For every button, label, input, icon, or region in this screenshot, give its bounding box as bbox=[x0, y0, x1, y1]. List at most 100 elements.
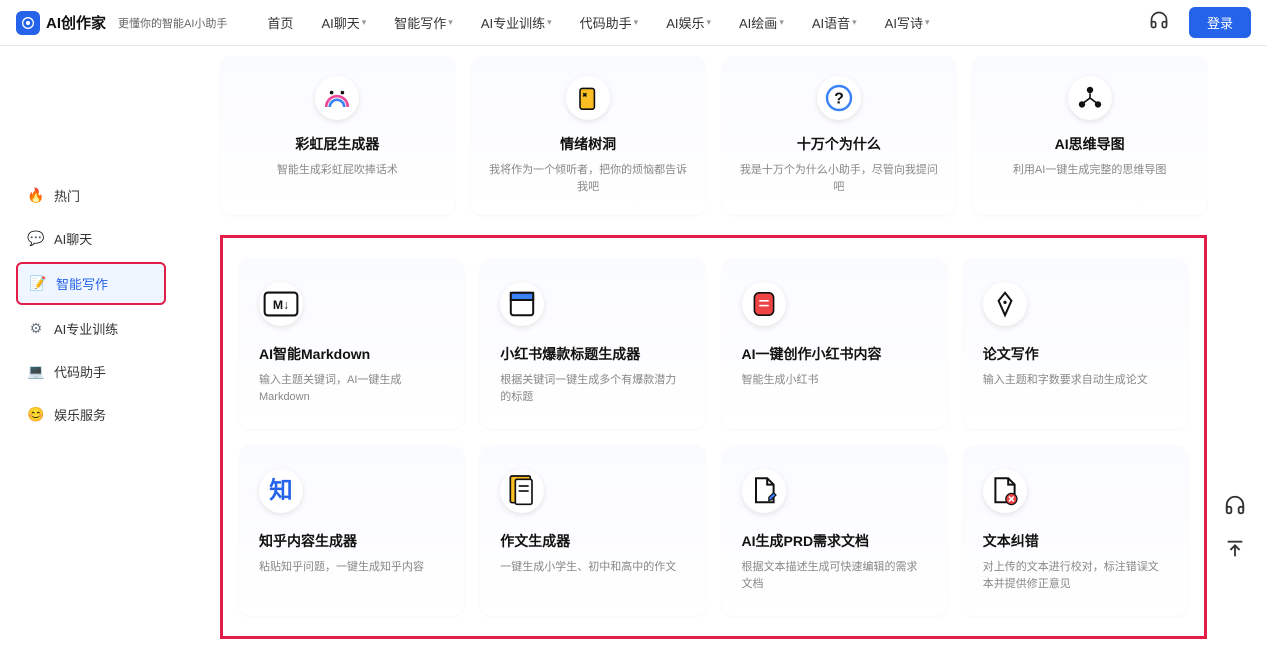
nav-label: 智能写作 bbox=[394, 13, 446, 32]
login-button[interactable]: 登录 bbox=[1189, 7, 1251, 38]
nav-label: 代码助手 bbox=[580, 13, 632, 32]
logo[interactable]: AI创作家 bbox=[16, 11, 106, 35]
tool-card[interactable]: AI一键创作小红书内容 智能生成小红书 bbox=[722, 258, 947, 429]
nav-item[interactable]: AI写诗▾ bbox=[885, 13, 930, 32]
nav-item[interactable]: 智能写作▾ bbox=[394, 13, 453, 32]
nav-label: 首页 bbox=[267, 13, 293, 32]
sidebar-label: 娱乐服务 bbox=[54, 405, 106, 424]
chevron-down-icon: ▾ bbox=[448, 17, 453, 28]
tool-card[interactable]: ? 十万个为什么 我是十万个为什么小助手，尽管向我提问吧 bbox=[722, 56, 957, 215]
tool-card[interactable]: 知 知乎内容生成器 粘贴知乎问题，一键生成知乎内容 bbox=[239, 445, 464, 616]
cards-row-top: 彩虹屁生成器 智能生成彩虹屁吹捧话术 情绪树洞 我将作为一个倾听者，把你的烦恼都… bbox=[220, 56, 1207, 215]
card-icon: M↓ bbox=[259, 282, 303, 326]
sidebar-icon: ⚙ bbox=[28, 321, 44, 337]
card-title: AI生成PRD需求文档 bbox=[742, 531, 927, 551]
card-desc: 智能生成小红书 bbox=[742, 372, 927, 389]
tool-card[interactable]: 作文生成器 一键生成小学生、初中和高中的作文 bbox=[480, 445, 705, 616]
sidebar-label: AI聊天 bbox=[54, 229, 92, 248]
tagline: 更懂你的智能AI小助手 bbox=[118, 15, 227, 31]
card-desc: 根据关键词一键生成多个有爆款潜力的标题 bbox=[500, 372, 685, 405]
tool-card[interactable]: 彩虹屁生成器 智能生成彩虹屁吹捧话术 bbox=[220, 56, 455, 215]
tool-card[interactable]: M↓ AI智能Markdown 输入主题关键词，AI一键生成Markdown bbox=[239, 258, 464, 429]
tool-card[interactable]: 小红书爆款标题生成器 根据关键词一键生成多个有爆款潜力的标题 bbox=[480, 258, 705, 429]
nav-label: AI语音 bbox=[812, 13, 850, 32]
tool-card[interactable]: 论文写作 输入主题和字数要求自动生成论文 bbox=[963, 258, 1188, 429]
sidebar-item[interactable]: 😊娱乐服务 bbox=[16, 395, 166, 434]
nav-item[interactable]: 首页 bbox=[267, 13, 293, 32]
card-title: 文本纠错 bbox=[983, 531, 1168, 551]
tool-card[interactable]: AI思维导图 利用AI一键生成完整的思维导图 bbox=[972, 56, 1207, 215]
headset-icon[interactable] bbox=[1149, 10, 1169, 35]
card-title: AI智能Markdown bbox=[259, 344, 444, 364]
nav-label: AI娱乐 bbox=[666, 13, 704, 32]
card-icon bbox=[315, 76, 359, 120]
card-icon bbox=[742, 282, 786, 326]
svg-text:?: ? bbox=[834, 91, 844, 108]
nav-label: AI专业训练 bbox=[481, 13, 545, 32]
nav-item[interactable]: AI娱乐▾ bbox=[666, 13, 711, 32]
card-title: 作文生成器 bbox=[500, 531, 685, 551]
sidebar-item[interactable]: 📝 智能写作 bbox=[16, 262, 166, 305]
tool-card[interactable]: 文本纠错 对上传的文本进行校对，标注错误文本并提供修正意见 bbox=[963, 445, 1188, 616]
chevron-down-icon: ▾ bbox=[925, 17, 930, 28]
card-desc: 我是十万个为什么小助手，尽管向我提问吧 bbox=[738, 162, 941, 195]
card-desc: 我将作为一个倾听者，把你的烦恼都告诉我吧 bbox=[487, 162, 690, 195]
chevron-down-icon: ▾ bbox=[779, 17, 784, 28]
card-desc: 智能生成彩虹屁吹捧话术 bbox=[236, 162, 439, 179]
cards-row-3: 知 知乎内容生成器 粘贴知乎问题，一键生成知乎内容 作文生成器 一键生成小学生、… bbox=[239, 445, 1188, 616]
sidebar-item[interactable]: 💬 AI聊天 bbox=[16, 219, 166, 258]
support-icon[interactable] bbox=[1219, 489, 1251, 521]
logo-text: AI创作家 bbox=[46, 12, 106, 33]
card-title: AI思维导图 bbox=[988, 134, 1191, 154]
card-title: 知乎内容生成器 bbox=[259, 531, 444, 551]
main: 🔥热门 💬 AI聊天 📝 智能写作 ⚙ AI专业训练 💻代码助手 😊娱乐服务 彩虹屁生成器 智能… bbox=[0, 46, 1267, 659]
card-desc: 一键生成小学生、初中和高中的作文 bbox=[500, 559, 685, 576]
nav-label: AI绘画 bbox=[739, 13, 777, 32]
sidebar-icon: 💬 bbox=[28, 231, 44, 247]
card-icon bbox=[566, 76, 610, 120]
sidebar-label: AI专业训练 bbox=[54, 319, 118, 338]
nav-label: AI聊天 bbox=[321, 13, 359, 32]
logo-icon bbox=[16, 11, 40, 35]
card-title: 论文写作 bbox=[983, 344, 1168, 364]
card-title: 彩虹屁生成器 bbox=[236, 134, 439, 154]
card-desc: 根据文本描述生成可快速编辑的需求文档 bbox=[742, 559, 927, 592]
nav-item[interactable]: AI语音▾ bbox=[812, 13, 857, 32]
nav-item[interactable]: AI专业训练▾ bbox=[481, 13, 552, 32]
nav-label: AI写诗 bbox=[885, 13, 923, 32]
nav-item[interactable]: AI绘画▾ bbox=[739, 13, 784, 32]
tool-card[interactable]: 情绪树洞 我将作为一个倾听者，把你的烦恼都告诉我吧 bbox=[471, 56, 706, 215]
chevron-down-icon: ▾ bbox=[706, 17, 711, 28]
card-icon bbox=[983, 282, 1027, 326]
nav-item[interactable]: AI聊天▾ bbox=[321, 13, 366, 32]
card-title: AI一键创作小红书内容 bbox=[742, 344, 927, 364]
sidebar: 🔥热门 💬 AI聊天 📝 智能写作 ⚙ AI专业训练 💻代码助手 😊娱乐服务 bbox=[0, 46, 200, 659]
sidebar-icon: 📝 bbox=[30, 276, 46, 292]
card-icon bbox=[742, 469, 786, 513]
tool-card[interactable]: AI生成PRD需求文档 根据文本描述生成可快速编辑的需求文档 bbox=[722, 445, 947, 616]
card-desc: 输入主题和字数要求自动生成论文 bbox=[983, 372, 1168, 389]
sidebar-item[interactable]: 💻代码助手 bbox=[16, 352, 166, 391]
highlighted-section: M↓ AI智能Markdown 输入主题关键词，AI一键生成Markdown 小… bbox=[220, 235, 1207, 639]
card-icon bbox=[983, 469, 1027, 513]
card-icon bbox=[1068, 76, 1112, 120]
card-title: 小红书爆款标题生成器 bbox=[500, 344, 685, 364]
card-icon: ? bbox=[817, 76, 861, 120]
chevron-down-icon: ▾ bbox=[852, 17, 857, 28]
chevron-down-icon: ▾ bbox=[634, 17, 639, 28]
card-desc: 输入主题关键词，AI一键生成Markdown bbox=[259, 372, 444, 405]
card-title: 情绪树洞 bbox=[487, 134, 690, 154]
cards-row-2: M↓ AI智能Markdown 输入主题关键词，AI一键生成Markdown 小… bbox=[239, 258, 1188, 429]
content: 彩虹屁生成器 智能生成彩虹屁吹捧话术 情绪树洞 我将作为一个倾听者，把你的烦恼都… bbox=[200, 46, 1267, 659]
nav-item[interactable]: 代码助手▾ bbox=[580, 13, 639, 32]
card-icon: 知 bbox=[259, 469, 303, 513]
sidebar-label: 智能写作 bbox=[56, 274, 108, 293]
sidebar-item[interactable]: 🔥热门 bbox=[16, 176, 166, 215]
chevron-down-icon: ▾ bbox=[362, 17, 367, 28]
svg-text:知: 知 bbox=[269, 477, 292, 503]
sidebar-item[interactable]: ⚙ AI专业训练 bbox=[16, 309, 166, 348]
sidebar-label: 热门 bbox=[54, 186, 80, 205]
card-icon bbox=[500, 282, 544, 326]
back-to-top-icon[interactable] bbox=[1219, 533, 1251, 565]
nav: 首页AI聊天▾智能写作▾AI专业训练▾代码助手▾AI娱乐▾AI绘画▾AI语音▾A… bbox=[267, 13, 1149, 32]
